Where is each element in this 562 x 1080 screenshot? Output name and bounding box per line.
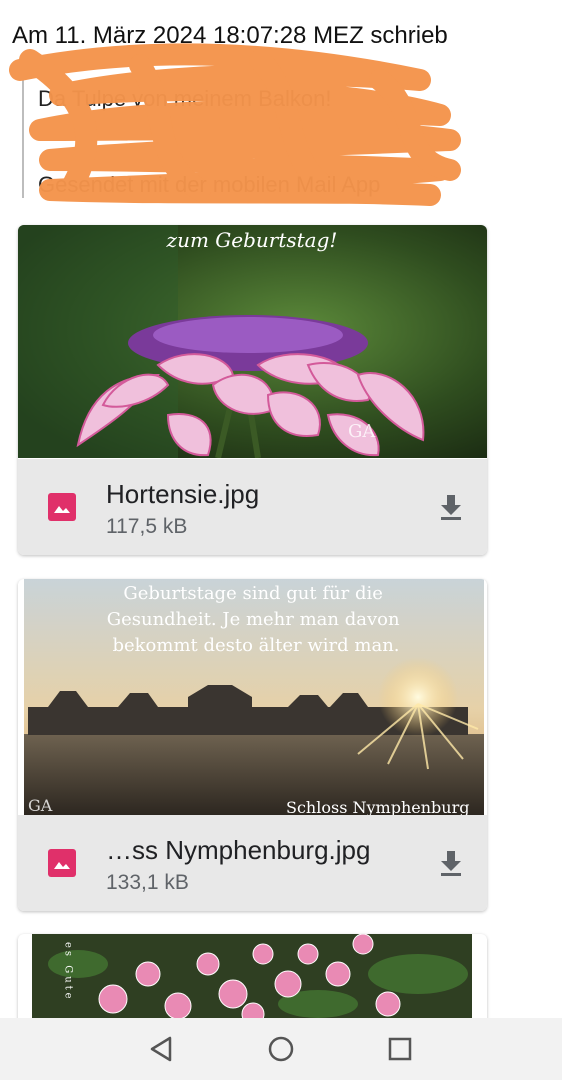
download-icon[interactable]	[435, 491, 467, 523]
attachment-name: Hortensie.jpg	[106, 479, 260, 509]
image-text-line-3: bekommt desto älter wird man.	[112, 635, 399, 656]
image-watermark: GA	[28, 796, 53, 815]
image-text-line-2: Gesundheit. Je mehr man davon	[107, 609, 400, 630]
attachment-size: 133,1 kB	[106, 871, 189, 894]
attachment-size: 117,5 kB	[106, 515, 188, 538]
attachment-footer[interactable]: Hortensie.jpg 117,5 kB	[18, 459, 487, 555]
attachment-name: …ss Nymphenburg.jpg	[106, 835, 371, 865]
image-watermark: GA	[348, 421, 376, 442]
image-file-icon	[48, 849, 76, 877]
image-caption: Schloss Nymphenburg	[286, 798, 469, 815]
download-icon[interactable]	[435, 847, 467, 879]
image-caption: zum Geburtstag!	[166, 228, 338, 252]
attachment-image[interactable]: Geburtstage sind gut für die Gesundheit.…	[18, 579, 487, 815]
attachment-card[interactable]: zum Geburtstag! GA Hortensie.jpg 117,5 k…	[18, 225, 487, 555]
image-text-line-1: Geburtstage sind gut für die	[123, 583, 383, 604]
attachment-image[interactable]: zum Geburtstag! GA	[18, 225, 487, 458]
redaction-scribble	[9, 43, 461, 206]
system-navigation-bar	[0, 1018, 562, 1080]
back-triangle-icon[interactable]	[144, 1032, 178, 1066]
attachment-card[interactable]: Geburtstage sind gut für die Gesundheit.…	[18, 579, 487, 911]
attachment-image[interactable]: es Gute	[18, 934, 487, 1018]
image-file-icon	[48, 493, 76, 521]
image-vertical-text: es Gute	[63, 942, 74, 1002]
recents-square-icon[interactable]	[383, 1032, 417, 1066]
home-circle-icon[interactable]	[264, 1032, 298, 1066]
attachment-footer[interactable]: …ss Nymphenburg.jpg 133,1 kB	[18, 815, 487, 911]
svg-text:Geburtstage sind gut für die: Geburtstage sind gut für die Gesundheit.…	[107, 583, 406, 656]
